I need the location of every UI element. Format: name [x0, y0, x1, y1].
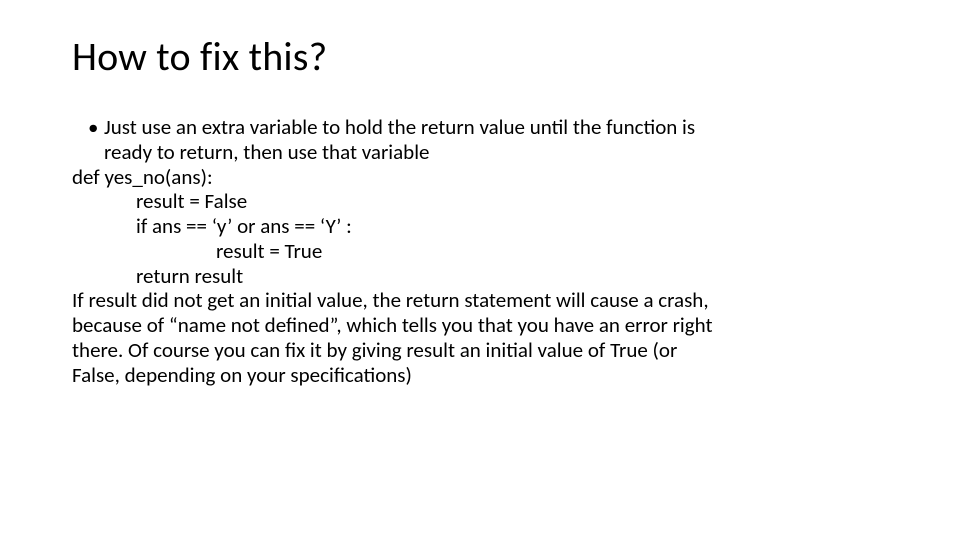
slide-title: How to fix this? — [72, 32, 904, 81]
para-line2: because of “name not defined”, which tel… — [72, 313, 904, 338]
para-line1: If result did not get an initial value, … — [72, 288, 904, 313]
code-line-return: return result — [136, 264, 904, 289]
code-line-result-false: result = False — [136, 189, 904, 214]
bullet-text-line1: Just use an extra variable to hold the r… — [104, 115, 904, 140]
code-def: def yes_no(ans): — [72, 165, 904, 190]
para-line4: False, depending on your specifications) — [72, 363, 904, 388]
code-line-if: if ans == ‘y’ or ans == ‘Y’ : — [136, 214, 904, 239]
bullet-item: • Just use an extra variable to hold the… — [88, 115, 904, 140]
bullet-text-line2: ready to return, then use that variable — [104, 140, 904, 165]
code-line-result-true: result = True — [216, 239, 904, 264]
explanation-paragraph: If result did not get an initial value, … — [72, 288, 904, 387]
bullet-dot-icon: • — [88, 115, 102, 140]
slide-body: • Just use an extra variable to hold the… — [72, 115, 904, 387]
para-line3: there. Of course you can fix it by givin… — [72, 338, 904, 363]
slide: How to fix this? • Just use an extra var… — [0, 0, 960, 540]
